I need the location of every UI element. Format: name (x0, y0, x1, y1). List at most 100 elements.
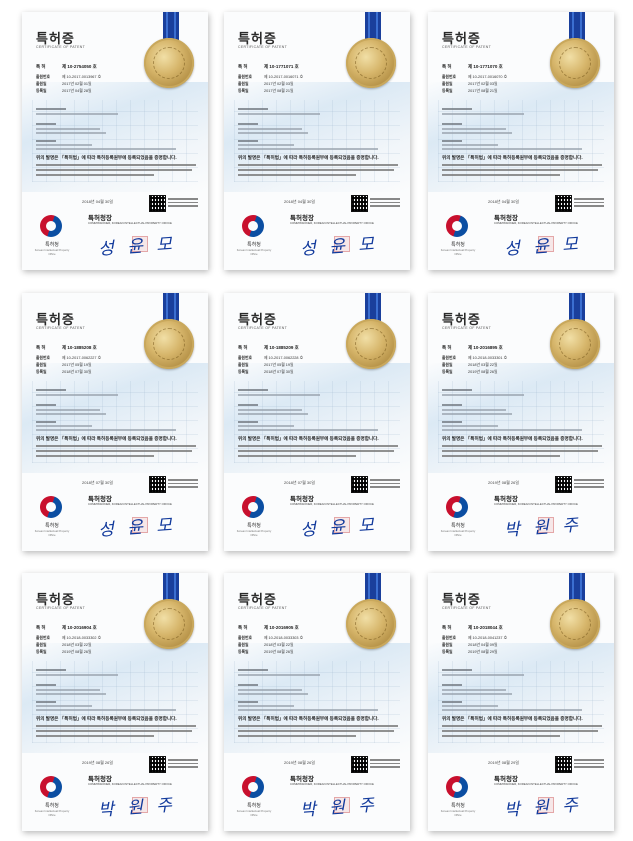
gold-seal (550, 599, 600, 649)
invention-title-label (442, 108, 472, 110)
patent-label: 특 허 (36, 345, 46, 350)
logo-english-name: Korean Intellectual Property Office (236, 529, 272, 537)
certification-english-line (238, 735, 356, 738)
kipo-logo-icon (40, 215, 62, 237)
logo-english-name: Korean Intellectual Property Office (440, 529, 476, 537)
application-date: 출원일 2018년 04월 09일 (442, 643, 497, 648)
registration-date-label: 등록일 (238, 89, 249, 93)
commissioner-signature: 박 원 주 (503, 515, 583, 541)
qr-caption (168, 759, 198, 770)
kipo-logo-icon (242, 215, 264, 237)
certification-english-line (442, 725, 602, 728)
kipo-logo-icon (446, 215, 468, 237)
application-number-value: 제 10-2018-0033302 호 (62, 636, 102, 640)
certification-english-line (36, 450, 192, 453)
application-label: 출원번호 (442, 356, 456, 360)
registration-date: 등록일 2019년 08월 29일 (442, 650, 497, 655)
inventor-label (238, 421, 258, 423)
invention-title (442, 674, 524, 676)
registration-date-label: 등록일 (36, 650, 47, 654)
certification-english-line (36, 445, 196, 448)
commissioner-english: COMMISSIONER, KOREAN INTELLECTUAL PROPER… (494, 221, 578, 225)
certification-english-line (238, 169, 394, 172)
certificate-subtitle: CERTIFICATE OF PATENT (238, 606, 288, 610)
logo-english-name: Korean Intellectual Property Office (34, 529, 70, 537)
certification-english-line (442, 445, 602, 448)
certification-english-line (36, 169, 192, 172)
application-date: 출원일 2018년 03월 22일 (238, 643, 293, 648)
inventor-label (442, 421, 462, 423)
invention-title (442, 394, 524, 396)
certification-english-line (442, 169, 598, 172)
registration-date: 등록일 2019년 08월 26일 (36, 650, 91, 655)
qr-code (555, 756, 572, 773)
registration-date-value: 2019년 08월 26일 (468, 370, 498, 374)
certificate-subtitle: CERTIFICATE OF PATENT (442, 606, 492, 610)
inventor-address (442, 148, 582, 150)
gold-seal (144, 599, 194, 649)
certification-english-line (442, 730, 598, 733)
patent-certificate: 특허증 CERTIFICATE OF PATENT 특 허제 10-275405… (22, 12, 208, 270)
certification-english-line (238, 455, 356, 458)
qr-code (351, 195, 368, 212)
application-date: 출원일 2017년 02월 01일 (36, 82, 91, 87)
application-label: 출원번호 (442, 75, 456, 79)
application-date-value: 2017년 02월 03일 (264, 82, 294, 86)
application-date-label: 출원일 (442, 363, 453, 367)
application-date: 출원일 2017년 05월 19일 (36, 363, 91, 368)
application-label: 출원번호 (238, 75, 252, 79)
application-number: 출원번호 제 10-2017-0016070 호 (442, 75, 507, 80)
patentee-label (36, 684, 56, 686)
registration-date-label: 등록일 (442, 89, 453, 93)
application-number-value: 제 10-2018-0033303 호 (264, 636, 304, 640)
issue-date: 2019년 08월 26일 (82, 760, 114, 765)
qr-code (555, 476, 572, 493)
patentee (36, 409, 100, 411)
application-label: 출원번호 (442, 636, 456, 640)
certificate-subtitle: CERTIFICATE OF PATENT (442, 45, 492, 49)
patentee-address (442, 132, 512, 134)
patent-number: 특 허 제 10-2016904 호 (36, 625, 97, 631)
application-number-value: 제 10-2017-0062228 호 (264, 356, 304, 360)
logo-name: 특허청 (45, 242, 59, 248)
kipo-logo-icon (242, 496, 264, 518)
patent-certificate: 특허증 CERTIFICATE OF PATENT 특 허제 10-188520… (224, 293, 410, 551)
qr-caption (370, 198, 400, 209)
qr-caption (168, 479, 198, 490)
commissioner-english: COMMISSIONER, KOREAN INTELLECTUAL PROPER… (290, 221, 374, 225)
application-date-label: 출원일 (238, 363, 249, 367)
logo-name: 특허청 (45, 803, 59, 809)
patentee-label (36, 404, 56, 406)
patent-number-value: 제 10-1885208 호 (62, 345, 97, 350)
gold-seal (346, 38, 396, 88)
issue-date: 2018년 04월 30일 (82, 199, 114, 204)
certification-statement: 위의 발명은 「특허법」에 따라 특허등록원부에 등록되었음을 증명합니다. (442, 155, 583, 160)
application-date: 출원일 2017년 02월 03일 (238, 82, 293, 87)
certification-statement: 위의 발명은 「특허법」에 따라 특허등록원부에 등록되었음을 증명합니다. (238, 716, 379, 721)
gold-seal (346, 599, 396, 649)
patent-label: 특 허 (36, 625, 46, 630)
invention-title-label (238, 389, 268, 391)
registration-date-label: 등록일 (442, 650, 453, 654)
invention-title (36, 674, 118, 676)
patentee (238, 689, 302, 691)
patentee-label (238, 123, 258, 125)
inventor-label (36, 421, 56, 423)
qr-caption (168, 198, 198, 209)
patent-certificate: 특허증 CERTIFICATE OF PATENT 특 허제 10-177107… (224, 12, 410, 270)
patentee-label (442, 123, 462, 125)
logo-english-name: Korean Intellectual Property Office (236, 248, 272, 256)
application-date-value: 2018년 03월 22일 (62, 643, 92, 647)
application-date-value: 2017년 02월 01일 (62, 82, 92, 86)
certificate-subtitle: CERTIFICATE OF PATENT (442, 326, 492, 330)
inventor-address (36, 709, 176, 711)
logo-english-name: Korean Intellectual Property Office (440, 248, 476, 256)
commissioner-english: COMMISSIONER, KOREAN INTELLECTUAL PROPER… (88, 221, 172, 225)
certification-english-line (442, 164, 602, 167)
registration-date: 등록일 2019년 08월 26일 (238, 650, 293, 655)
application-date: 출원일 2018년 03월 22일 (36, 643, 91, 648)
certificate-subtitle: CERTIFICATE OF PATENT (36, 45, 86, 49)
patent-label: 특 허 (238, 625, 248, 630)
application-label: 출원번호 (238, 356, 252, 360)
issue-date: 2018년 04월 30일 (284, 199, 316, 204)
